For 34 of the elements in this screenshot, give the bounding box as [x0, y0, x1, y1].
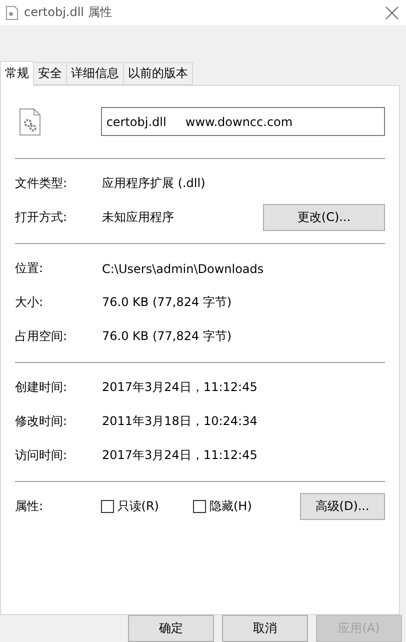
file-name-field[interactable]: certobj.dll www.downcc.com: [101, 107, 385, 136]
field-value: 应用程序扩展 (.dll): [102, 175, 206, 192]
checkbox[interactable]: [101, 500, 114, 514]
dialog-button[interactable]: 取消: [222, 615, 308, 642]
checkbox[interactable]: [193, 500, 206, 514]
file-icon: [6, 6, 18, 20]
tab[interactable]: 常规: [0, 60, 34, 86]
field-label: 文件类型:: [15, 175, 68, 192]
field-value: 76.0 KB (77,824 字节): [102, 294, 233, 312]
change-button[interactable]: 更改(C)...: [263, 204, 385, 232]
field-label: 打开方式:: [15, 209, 68, 226]
field-label: 创建时间:: [15, 379, 68, 396]
field-label: 大小:: [15, 294, 44, 312]
window-title: certobj.dll 属性: [24, 4, 113, 22]
field-value: 2017年3月24日，11:12:45: [102, 447, 258, 464]
checkbox-label: 只读(R): [117, 498, 159, 516]
field-label: 访问时间:: [15, 447, 68, 464]
field-label: 属性:: [15, 498, 44, 516]
field-value: 2017年3月24日，11:12:45: [102, 379, 258, 396]
field-value: C:\Users\admin\Downloads: [102, 262, 265, 276]
field-value: 2011年3月18日，10:24:34: [102, 413, 258, 430]
tab[interactable]: 详细信息: [66, 62, 124, 85]
field-value: 未知应用程序: [102, 209, 175, 226]
advanced-button[interactable]: 高级(D)...: [300, 493, 385, 520]
file-icon: [19, 108, 41, 136]
field-label: 占用空间:: [15, 328, 68, 346]
tab[interactable]: 安全: [33, 62, 67, 85]
field-label: 修改时间:: [15, 413, 68, 430]
field-label: 位置:: [15, 260, 44, 278]
field-value: 76.0 KB (77,824 字节): [102, 328, 233, 346]
close-button[interactable]: [384, 4, 400, 21]
checkbox-label: 隐藏(H): [209, 498, 252, 516]
tab[interactable]: 以前的版本: [123, 62, 193, 85]
dialog-button[interactable]: 确定: [128, 615, 214, 642]
